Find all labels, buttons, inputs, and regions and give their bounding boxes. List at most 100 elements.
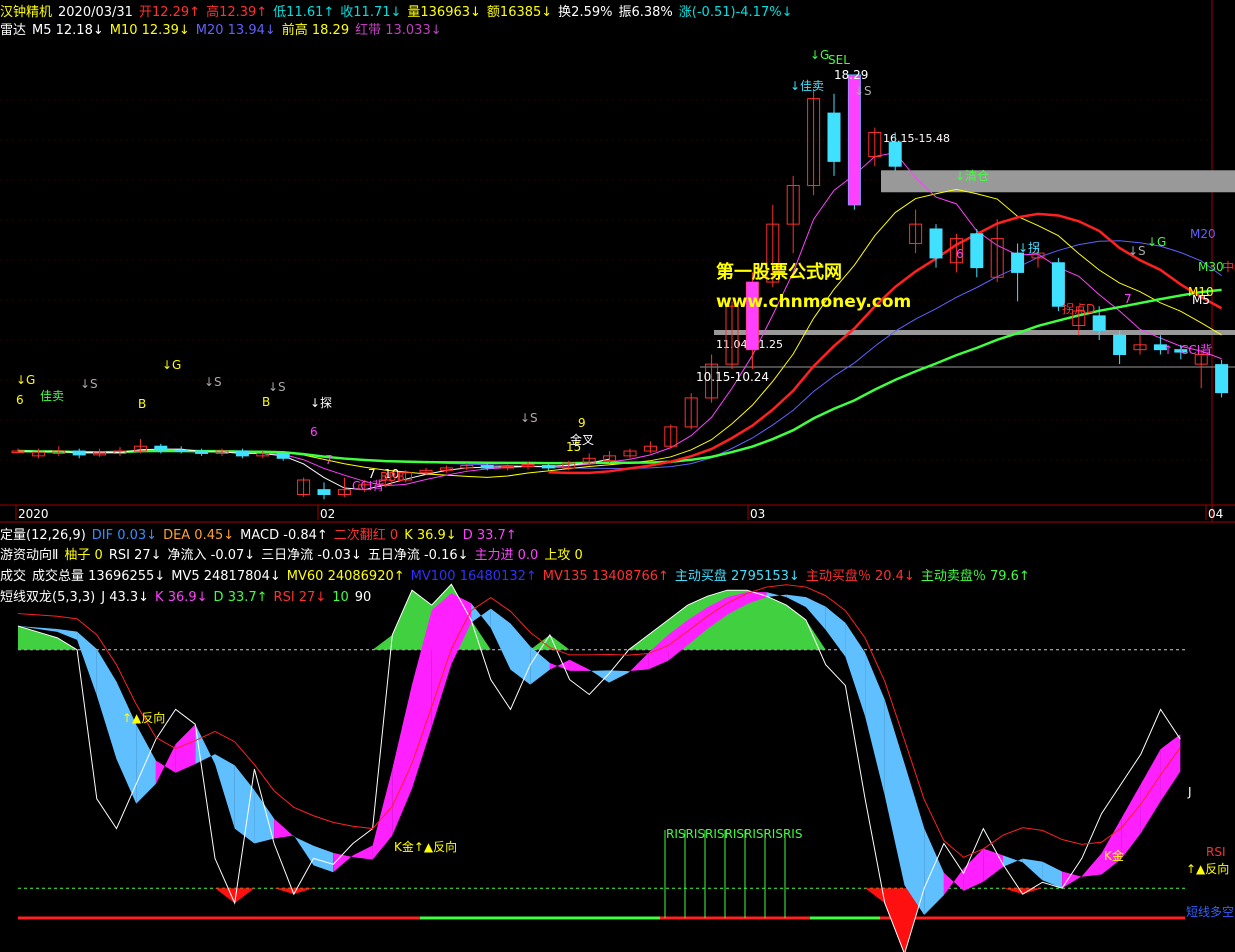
header-field: M20 13.94↓ <box>195 23 276 38</box>
header-field: DIF 0.03↓ <box>91 528 158 543</box>
kd-ribbon <box>766 592 787 598</box>
kdj-annotation: J <box>1187 785 1192 799</box>
price-annotation: ↓S <box>1128 244 1146 258</box>
header-field: 定量(12,26,9) <box>0 528 86 543</box>
candle-body <box>929 228 943 259</box>
price-annotation: ↓探 <box>310 396 332 410</box>
ma30-line <box>17 288 1222 465</box>
header-field: 净流入 -0.07↓ <box>167 548 256 563</box>
kd-ribbon <box>549 659 570 671</box>
kd-ribbon <box>254 790 275 844</box>
kd-ribbon <box>1140 749 1161 834</box>
header-field: D 33.7↑ <box>213 590 268 605</box>
header-field: RSI 27↓ <box>108 548 162 563</box>
price-annotation: ↓G <box>1147 235 1166 249</box>
kd-ribbon <box>530 646 550 685</box>
price-annotation: 6 <box>16 393 24 407</box>
header-field: 90 <box>354 590 372 605</box>
header-field: 额16385↓ <box>486 5 553 20</box>
candle-body <box>235 450 249 457</box>
indicator-row-flow: 游资动向Ⅱ 柚子 0 RSI 27↓ 净流入 -0.07↓ 三日净流 -0.03↓ 五日净… <box>0 547 589 565</box>
header-field: 前高 18.29 <box>281 23 350 38</box>
kdj-annotation: ↑▲反向 <box>1186 861 1229 876</box>
resistance-zone <box>881 170 1235 193</box>
kd-ribbon <box>1101 818 1122 875</box>
kd-ribbon <box>333 852 353 873</box>
kd-ribbon <box>234 765 255 844</box>
header-field: 换2.59% <box>558 5 613 20</box>
header-field: MACD -0.84↑ <box>240 528 328 543</box>
price-annotation: ↓拐 <box>1018 240 1040 255</box>
kdj-annotation: K金↑▲反向 <box>394 839 457 854</box>
kd-ribbon <box>352 845 373 860</box>
price-annotation: 中线 <box>1222 259 1235 274</box>
kd-ribbon <box>825 606 846 657</box>
price-annotation: 拐点D <box>1062 301 1095 316</box>
kdj-annotation: K金 <box>1104 848 1124 863</box>
kd-ribbon <box>392 684 412 836</box>
header-field: RSI 27↓ <box>273 590 327 605</box>
price-chart[interactable]: 202002030416.15-15.4811.04-11.25↓G佳卖↓S↓G… <box>0 0 1235 952</box>
header-field: 主动买盘 2795153↓ <box>674 569 800 584</box>
price-annotation: M30 <box>1198 260 1224 274</box>
kd-ribbon <box>116 681 137 804</box>
ma20-line <box>17 240 1222 469</box>
kd-ribbon <box>924 828 944 916</box>
price-annotation: CCI背 <box>352 479 384 493</box>
header-field: MV100 16480132↑ <box>410 569 537 584</box>
x-tick-label: 2020 <box>18 507 49 521</box>
kd-ribbon <box>175 724 196 773</box>
rsi-line <box>17 584 1181 858</box>
candle-body <box>1011 252 1025 273</box>
price-annotation: SEL <box>828 53 850 67</box>
price-annotation: ↓S <box>268 380 286 394</box>
kd-ribbon <box>1022 858 1043 881</box>
price-annotation: ↓G <box>810 48 829 62</box>
candle-body <box>276 452 290 459</box>
price-annotation: M5 <box>1192 293 1210 307</box>
kd-ribbon <box>57 628 78 640</box>
price-annotation: ↓G <box>16 373 35 387</box>
header-field: 雷达 <box>0 23 27 38</box>
kd-ribbon <box>77 631 97 696</box>
oversold-area <box>18 888 1181 952</box>
header-field: M10 12.39↓ <box>109 23 190 38</box>
candle-body <box>1051 262 1065 307</box>
header-field: J 43.3↓ <box>101 590 150 605</box>
kd-ribbon <box>96 649 117 760</box>
price-annotation: ↓G <box>162 358 181 372</box>
indicator-row-macd: 定量(12,26,9) DIF 0.03↓ DEA 0.45↓ MACD -0.84↑… <box>0 527 523 545</box>
candle-body <box>480 465 494 469</box>
candle-body <box>195 450 209 454</box>
price-annotation: B <box>262 395 270 409</box>
header-field: M5 12.18↓ <box>32 23 104 38</box>
price-annotation: CCI背 <box>1180 343 1212 357</box>
kdj-annotation: ↑▲反向 <box>122 710 165 725</box>
kd-ribbon <box>609 670 629 683</box>
kd-ribbon <box>1081 853 1102 877</box>
watermark-url: www.chnmoney.com <box>716 292 912 312</box>
header-field: DEA 0.45↓ <box>163 528 235 543</box>
indicator-row-kdj: 短线双龙(5,3,3) J 43.3↓ K 36.9↓ D 33.7↑ RSI 27↓ 1… <box>0 589 377 607</box>
kd-ribbon <box>215 754 235 829</box>
header-field: 成交总量 13696255↓ <box>32 569 166 584</box>
watermark-title: 第一股票公式网 <box>716 262 842 283</box>
header-field: 高12.39↑ <box>206 5 268 20</box>
header-field: 收11.71↓ <box>340 5 402 20</box>
header-field: 五日净流 -0.16↓ <box>367 548 469 563</box>
header-field: 红带 13.033↓ <box>355 23 442 38</box>
header-field: 柚子 0 <box>64 548 103 563</box>
price-annotation: ↑ <box>1163 343 1173 357</box>
header-field: 二次翻红 0 <box>333 528 399 543</box>
candle-body <box>1113 334 1127 355</box>
header-field: 涨(-0.51)-4.17%↓ <box>678 5 793 20</box>
header-field: 主动卖盘％ 79.6↑ <box>920 569 1030 584</box>
kd-ribbon <box>943 868 964 896</box>
x-tick-label: 04 <box>1208 507 1223 521</box>
kd-ribbon <box>372 769 393 860</box>
support-zone <box>714 330 1235 335</box>
price-annotation: ↓清仓 <box>955 169 989 183</box>
price-annotation: 18.29 <box>834 68 868 82</box>
header-field: 主力进 0.0 <box>474 548 539 563</box>
kd-ribbon <box>1121 783 1141 860</box>
